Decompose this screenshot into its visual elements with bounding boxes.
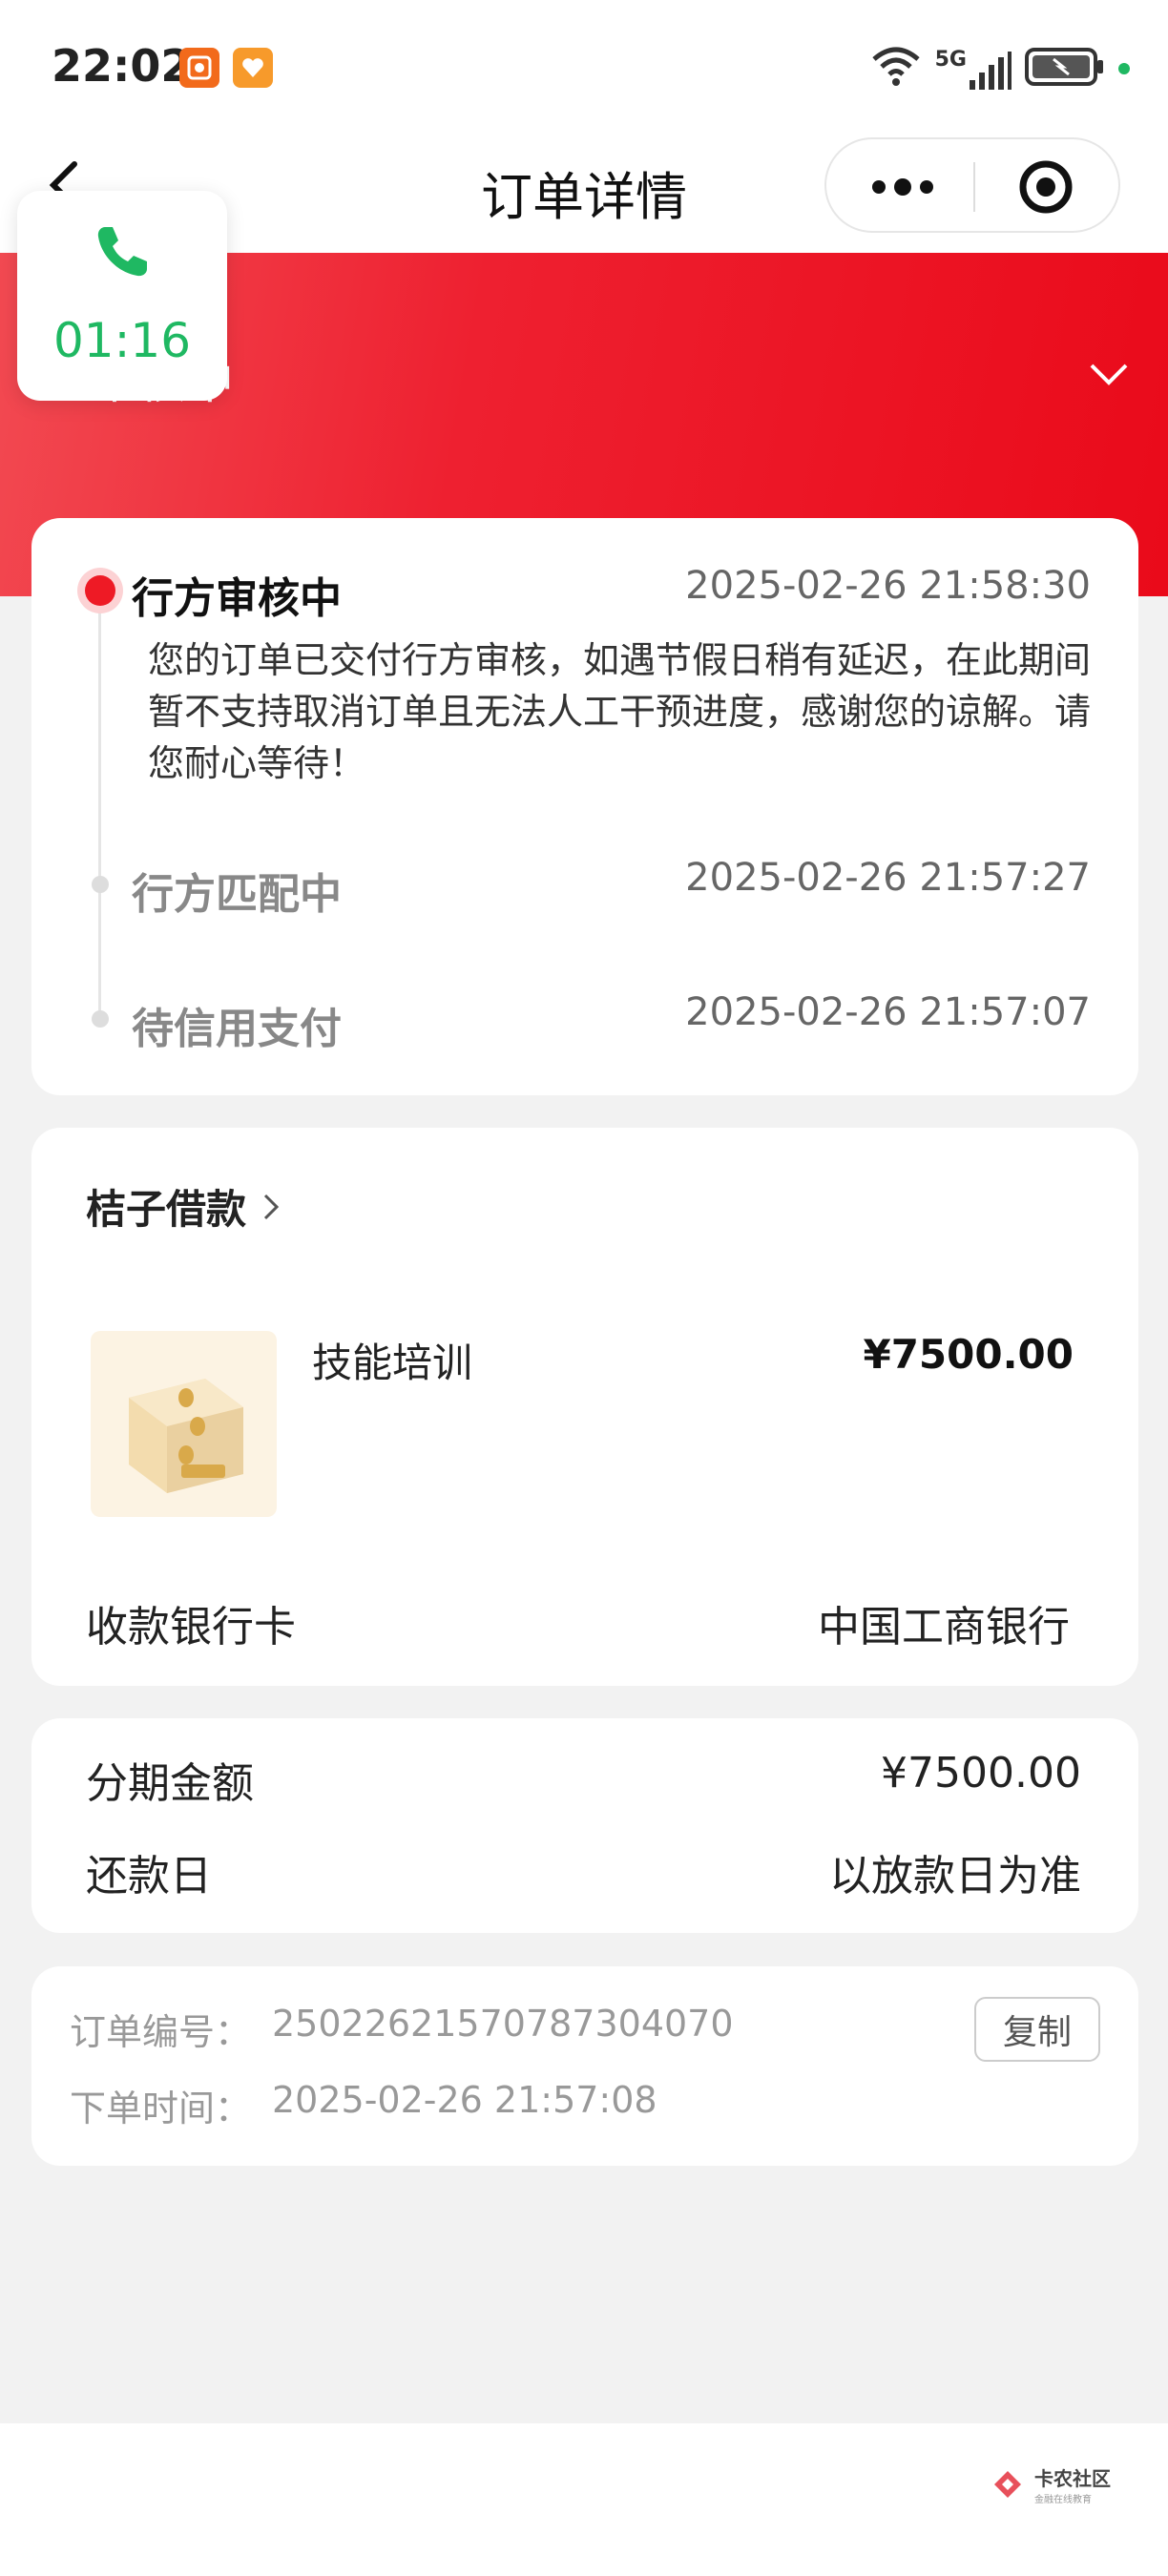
watermark: 卡农社区 金融在线教育: [991, 2463, 1111, 2505]
watermark-subtitle: 金融在线教育: [1034, 2495, 1092, 2505]
installment-amount-label: 分期金额: [86, 1759, 254, 1808]
repayment-day-value: 以放款日为准: [829, 1852, 1081, 1901]
installment-card: 分期金额 ¥7500.00 还款日 以放款日为准: [31, 1718, 1138, 1933]
order-time-label: 下单时间：: [70, 2088, 252, 2129]
chevron-right-icon: [263, 1194, 280, 1219]
timeline-step-title: 行方审核中: [132, 574, 342, 623]
installment-amount-value: ¥7500.00: [881, 1749, 1081, 1797]
close-mini-program-button[interactable]: [1015, 158, 1076, 216]
bank-card-label: 收款银行卡: [86, 1603, 296, 1652]
timeline-dot-active: [85, 575, 115, 606]
product-price: ¥7500.00: [863, 1331, 1074, 1378]
merchant-link[interactable]: 桔子借款: [86, 1177, 282, 1236]
capsule-divider: [973, 162, 975, 212]
progress-timeline-card: 行方审核中 2025-02-26 21:58:30 您的订单已交付行方审核，如遇…: [31, 518, 1138, 1095]
order-info-card: 订单编号： 25022621570787304070 复制 下单时间： 2025…: [31, 1966, 1138, 2166]
watermark-logo-icon: [994, 2471, 1021, 2498]
chevron-down-icon: [1090, 364, 1128, 385]
product-image: [91, 1331, 277, 1517]
status-dot-icon: [1118, 63, 1130, 74]
wifi-icon: [870, 46, 922, 92]
call-timer: 01:16: [52, 313, 192, 368]
bank-card-value: 中国工商银行: [818, 1603, 1070, 1652]
more-dots-icon: [872, 178, 933, 196]
merchant-card: 桔子借款 技能培训 ¥7500.00 收款银行卡 中国工商银行: [31, 1128, 1138, 1686]
timeline-step-time: 2025-02-26 21:57:27: [685, 856, 1091, 900]
mini-program-capsule: [824, 137, 1120, 233]
status-time: 22:02: [52, 40, 192, 92]
gold-box-icon: [129, 1379, 243, 1493]
order-time-value: 2025-02-26 21:57:08: [272, 2079, 657, 2121]
order-number-value: 25022621570787304070: [272, 2003, 734, 2045]
signal-icon: 5G: [935, 48, 1012, 90]
copy-button[interactable]: 复制: [974, 1997, 1100, 2062]
timeline-step-time: 2025-02-26 21:57:07: [685, 990, 1091, 1034]
timeline-dot: [92, 1010, 109, 1028]
call-float-widget[interactable]: 01:16: [17, 191, 227, 401]
timeline-dot: [92, 876, 109, 893]
status-bar: 22:02 5G: [0, 0, 1168, 134]
network-label: 5G: [934, 48, 967, 72]
app-icon-heart: [233, 48, 273, 88]
order-number-label: 订单编号：: [70, 2011, 252, 2053]
timeline-step-title: 行方匹配中: [132, 870, 342, 919]
phone-icon: [92, 221, 153, 286]
timeline-step-title: 待信用支付: [132, 1005, 342, 1053]
watermark-title: 卡农社区: [1034, 2467, 1111, 2490]
timeline-line: [98, 609, 101, 1019]
product-name: 技能培训: [312, 1340, 473, 1386]
app-icon-orange: [179, 48, 219, 88]
repayment-day-label: 还款日: [86, 1852, 212, 1901]
timeline-step-time: 2025-02-26 21:58:30: [685, 564, 1091, 608]
timeline-step-description: 您的订单已交付行方审核，如遇节假日稍有延迟，在此期间暂不支持取消订单且无法人工干…: [148, 639, 1092, 784]
merchant-name: 桔子借款: [86, 1186, 247, 1233]
banner-expand-button[interactable]: [1088, 360, 1130, 392]
target-icon: [1019, 160, 1073, 214]
battery-icon: [1025, 48, 1105, 90]
more-button[interactable]: [855, 160, 950, 214]
